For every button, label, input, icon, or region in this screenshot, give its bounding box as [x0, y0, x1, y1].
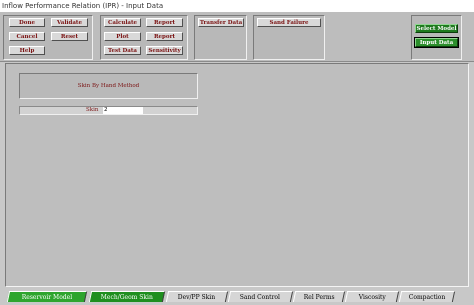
sand-failure-group: Sand Failure	[253, 15, 325, 60]
transfer-data-button[interactable]: Transfer Data	[198, 18, 244, 27]
tab-compaction[interactable]: Compaction	[398, 291, 456, 302]
calculation-buttons-group: Calculate Report Plot Report Test Data S…	[100, 15, 188, 60]
plot-button[interactable]: Plot	[104, 32, 141, 41]
tab-rel-perms[interactable]: Rel Perms	[292, 291, 346, 302]
input-data-button[interactable]: Input Data	[414, 37, 459, 48]
input-panel: Skin By Hand Method Skin	[5, 63, 469, 287]
window-title: Inflow Performance Relation (IPR) - Inpu…	[0, 0, 474, 12]
skin-input[interactable]	[103, 107, 143, 114]
done-button[interactable]: Done	[9, 18, 45, 27]
tab-label: Sand Control	[240, 294, 281, 301]
help-button[interactable]: Help	[9, 46, 45, 55]
tab-sand-control[interactable]: Sand Control	[227, 291, 294, 302]
skin-row: Skin	[19, 106, 198, 115]
tab-label: Reservoir Model	[21, 294, 72, 301]
transfer-group: Transfer Data	[194, 15, 247, 60]
calculate-button[interactable]: Calculate	[104, 18, 141, 27]
skin-label: Skin	[86, 107, 99, 113]
cancel-button[interactable]: Cancel	[9, 32, 45, 41]
tab-label: Rel Perms	[303, 294, 335, 301]
sand-failure-button[interactable]: Sand Failure	[257, 18, 321, 27]
sensitivity-button[interactable]: Sensitivity	[146, 46, 183, 55]
tab-viscosity[interactable]: Viscosity	[344, 291, 400, 302]
tab-label: Compaction	[408, 294, 446, 301]
toolbar: Done Validate Cancel Reset Help Calculat…	[0, 12, 474, 62]
tab-reservoir-model[interactable]: Reservoir Model	[6, 291, 88, 302]
tab-label: Dev/PP Skin	[178, 294, 216, 301]
select-model-button[interactable]: Select Model	[415, 24, 458, 33]
report-button-1[interactable]: Report	[146, 18, 183, 27]
validate-button[interactable]: Validate	[51, 18, 88, 27]
dialog-buttons-group: Done Validate Cancel Reset Help	[3, 15, 93, 60]
report-button-2[interactable]: Report	[146, 32, 183, 41]
method-title: Skin By Hand Method	[19, 73, 198, 99]
tab-label: Viscosity	[358, 294, 386, 301]
tab-mech-geom-skin[interactable]: Mech/Geom Skin	[88, 291, 166, 302]
tab-strip: Reservoir Model Mech/Geom Skin Dev/PP Sk…	[0, 288, 474, 305]
tab-label: Mech/Geom Skin	[100, 294, 153, 301]
tab-dev-pp-skin[interactable]: Dev/PP Skin	[165, 291, 229, 302]
reset-button[interactable]: Reset	[51, 32, 88, 41]
test-data-button[interactable]: Test Data	[104, 46, 141, 55]
model-group: Select Model Input Data	[411, 15, 462, 60]
